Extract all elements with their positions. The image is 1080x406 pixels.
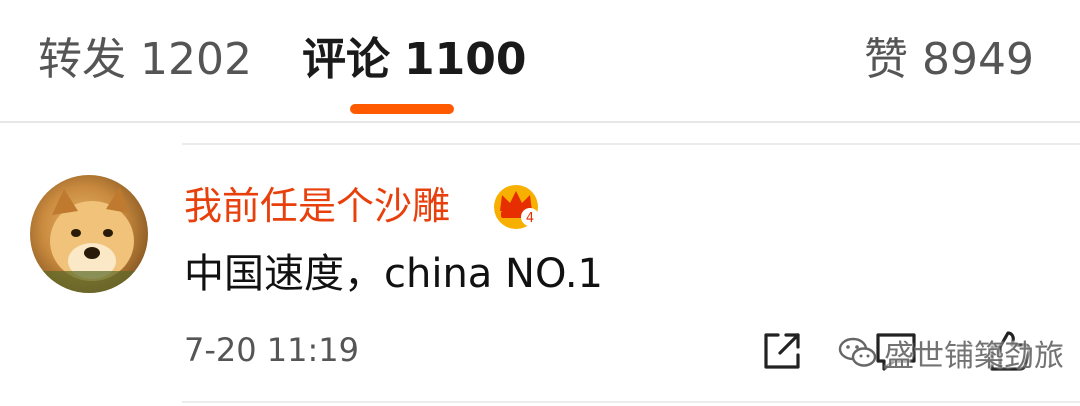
tab-likes[interactable]: 赞 8949 [864, 30, 1034, 90]
tab-likes-label: 赞 [864, 34, 909, 85]
tab-repost-label: 转发 [38, 34, 126, 85]
comment-text: 中国速度，china NO.1 [184, 251, 603, 297]
comment-username[interactable]: 我前任是个沙雕 [184, 181, 450, 231]
comment-item: 我前任是个沙雕 4 中国速度，china NO.1 7-20 11:19 盛世铺… [0, 123, 1080, 406]
tab-bar: 转发 1202 评论 1100 赞 8949 [0, 0, 1080, 122]
tab-repost-count: 1202 [140, 34, 252, 85]
tab-likes-count: 8949 [922, 34, 1034, 85]
tab-repost[interactable]: 转发 1202 [38, 30, 252, 90]
avatar[interactable] [30, 175, 148, 293]
watermark: 盛世铺築劲旅 [838, 333, 1064, 374]
wechat-icon [838, 337, 877, 367]
tab-comments[interactable]: 评论 1100 [302, 30, 526, 90]
comment-timestamp: 7-20 11:19 [184, 331, 360, 369]
tab-comments-count: 1100 [404, 34, 527, 85]
tab-comments-label: 评论 [302, 34, 390, 85]
share-icon[interactable] [760, 329, 804, 373]
watermark-text: 盛世铺築劲旅 [884, 339, 1064, 374]
comment-bottom-divider [182, 401, 1080, 403]
comment-top-divider [182, 143, 1080, 145]
active-tab-indicator [350, 104, 454, 114]
crown-level-icon: 4 [490, 179, 542, 231]
dog-avatar-icon [30, 187, 148, 293]
crown-level-number: 4 [526, 211, 534, 226]
